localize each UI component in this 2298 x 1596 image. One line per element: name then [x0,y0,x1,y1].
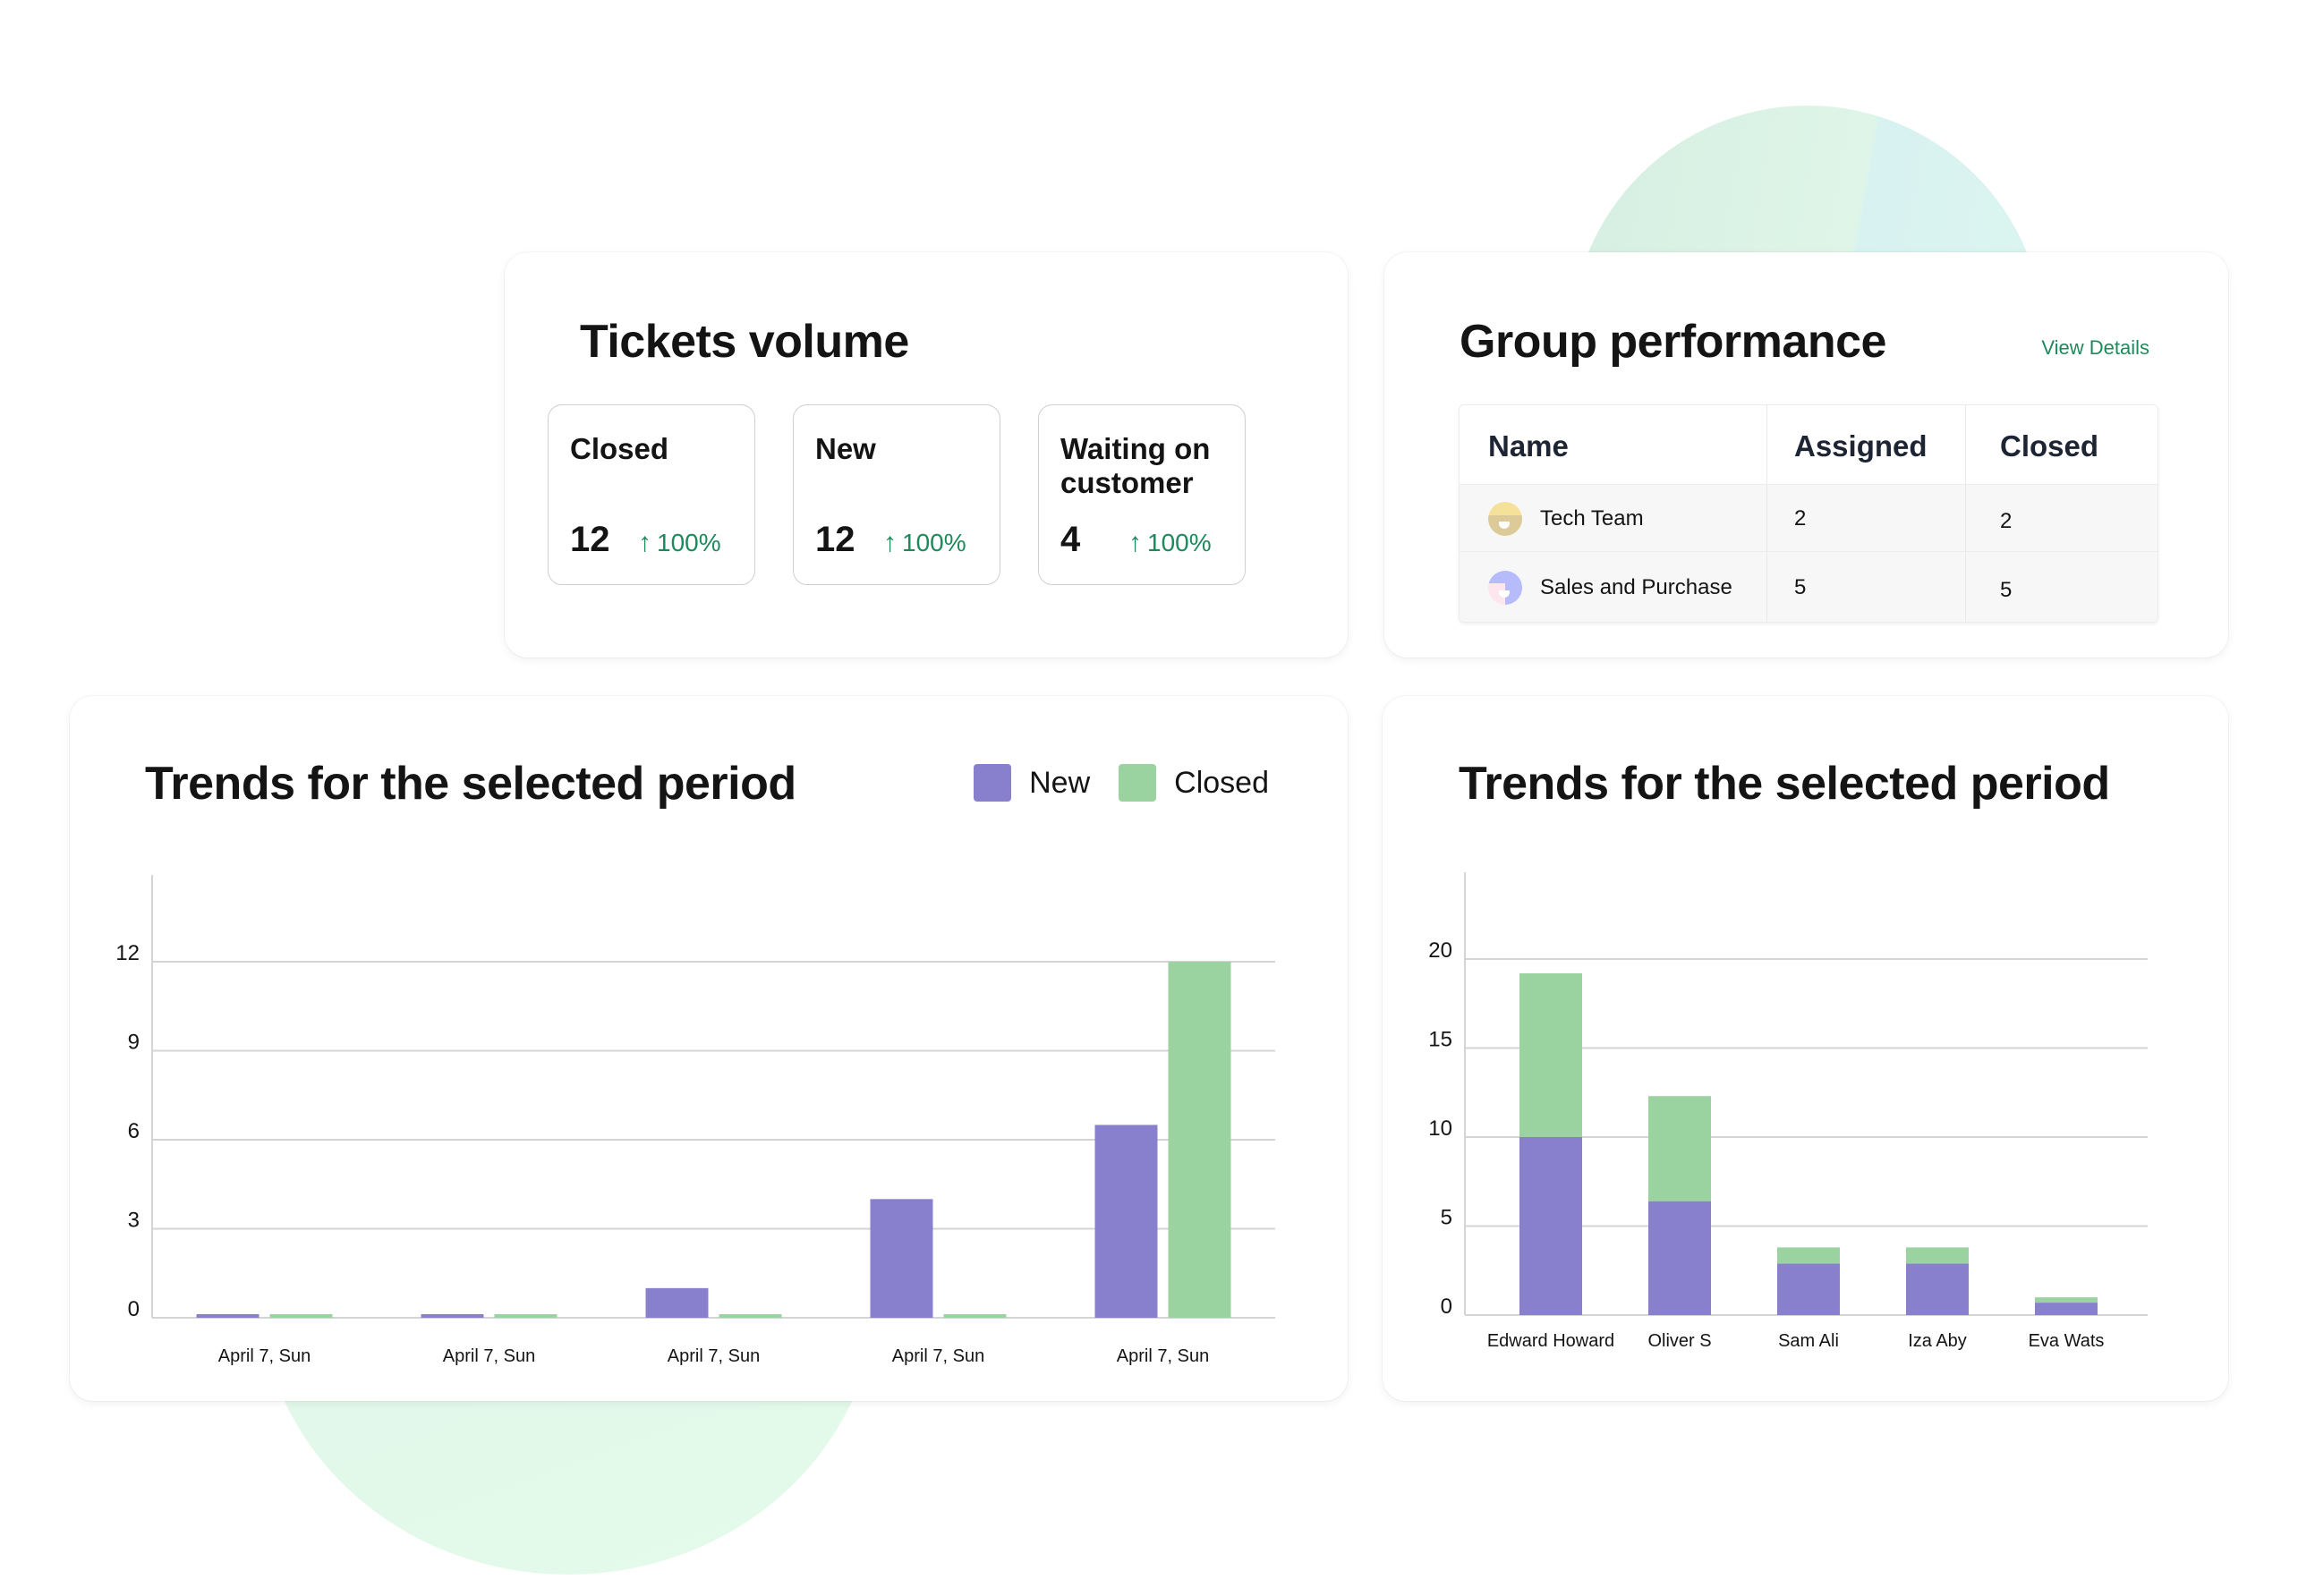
table-row[interactable]: Tech Team 2 2 [1460,484,2158,552]
y-tick-label: 5 [1441,1206,1452,1230]
closed-count: 5 [2000,577,2013,602]
closed-count: 2 [2000,508,2013,533]
x-tick-label: April 7, Sun [443,1346,535,1366]
team-name-cell: Tech Team [1460,485,1767,552]
bar-new [1777,1263,1840,1315]
stat-change-value: 100% [1147,529,1212,556]
stat-change: ↑ 100% [883,528,966,558]
y-tick-label: 0 [1441,1295,1452,1319]
x-tick-label: Iza Aby [1908,1331,1967,1351]
bar-closed [269,1314,333,1318]
stat-card-new[interactable]: New 12 ↑ 100% [793,404,1000,585]
assigned-count: 5 [1767,552,1966,622]
stat-label: Closed [570,432,669,465]
stacked-bar-chart: 0 5 10 15 20 Edward Howard Oliver S Sam Ali Iza … [1428,872,2148,1351]
bar-new [645,1287,709,1318]
y-tick-label: 9 [128,1031,140,1055]
y-tick-label: 10 [1428,1116,1452,1141]
y-tick-label: 12 [115,941,140,965]
stat-value: 12 [815,520,855,559]
bar-closed [1519,972,1582,1137]
team-name-cell: Sales and Purchase [1460,552,1767,622]
assigned-count: 2 [1767,485,1966,552]
bar-new [1094,1125,1158,1318]
column-header-assigned[interactable]: Assigned [1767,405,1966,484]
tickets-volume-card: Tickets volume Closed 12 ↑ 100% New 12 ↑… [505,252,1348,658]
stat-value: 4 [1060,520,1081,559]
bar-new [870,1199,933,1318]
team-avatar-icon [1488,570,1522,605]
stat-change: ↑ 100% [1128,528,1212,558]
x-tick-label: Eva Wats [2029,1331,2105,1351]
bar-new [1906,1263,1969,1315]
stat-card-waiting-on-customer[interactable]: Waiting on customer 4 ↑ 100% [1038,404,1246,585]
bar-closed [943,1314,1007,1318]
arrow-up-icon: ↑ [638,528,651,557]
x-tick-label: Sam Ali [1778,1331,1839,1351]
grouped-bar-chart: 0 3 6 9 12 April 7, Sun April 7, Sun April 7, S… [115,875,1275,1366]
bar-closed [494,1314,557,1318]
trends-chart-card-dates: Trends for the selected period New Close… [70,696,1348,1401]
y-tick-label: 6 [128,1119,140,1143]
bar-new [196,1314,260,1318]
group-performance-title: Group performance [1460,316,1886,368]
y-tick-label: 0 [128,1297,140,1321]
bar-new [1648,1201,1711,1315]
x-tick-label: April 7, Sun [892,1346,984,1366]
trends-chart-card-agents: Trends for the selected period 0 5 10 15 20 E… [1383,696,2228,1401]
stat-card-closed[interactable]: Closed 12 ↑ 100% [548,404,755,585]
x-tick-label: April 7, Sun [668,1346,760,1366]
stat-label: Waiting on customer [1060,432,1211,499]
bar-new [421,1314,484,1318]
bar-closed [2035,1297,2098,1303]
stat-value: 12 [570,520,610,559]
tickets-volume-title: Tickets volume [580,316,909,368]
team-avatar-icon [1488,501,1522,536]
x-tick-label: April 7, Sun [218,1346,311,1366]
bar-closed [1168,962,1231,1318]
x-tick-label: Edward Howard [1487,1331,1614,1351]
x-tick-label: April 7, Sun [1117,1346,1209,1366]
bar-new [2035,1303,2098,1315]
stat-change-value: 100% [657,529,721,556]
stat-change-value: 100% [902,529,966,556]
view-details-link[interactable]: View Details [2041,336,2149,360]
table-header-row: Name Assigned Closed [1460,405,2158,484]
group-performance-card: Group performance View Details Name Assi… [1384,252,2228,658]
team-name: Sales and Purchase [1540,574,1732,599]
y-tick-label: 15 [1428,1028,1452,1052]
stat-change: ↑ 100% [638,528,721,558]
column-header-name[interactable]: Name [1460,405,1767,484]
bar-closed [1777,1247,1840,1264]
bar-closed [719,1314,782,1318]
arrow-up-icon: ↑ [1128,528,1142,557]
stat-label: New [815,432,876,465]
y-tick-label: 20 [1428,938,1452,963]
x-tick-label: Oliver S [1647,1331,1711,1351]
bar-new [1519,1137,1582,1315]
table-row[interactable]: Sales and Purchase 5 5 [1460,551,2158,622]
bar-closed [1648,1096,1711,1201]
arrow-up-icon: ↑ [883,528,897,557]
column-header-closed[interactable]: Closed [1966,405,2158,484]
bar-closed [1906,1247,1969,1264]
team-name: Tech Team [1540,505,1644,531]
y-tick-label: 3 [128,1209,140,1233]
group-performance-table: Name Assigned Closed Tech Team 2 2 Sales… [1459,404,2158,623]
